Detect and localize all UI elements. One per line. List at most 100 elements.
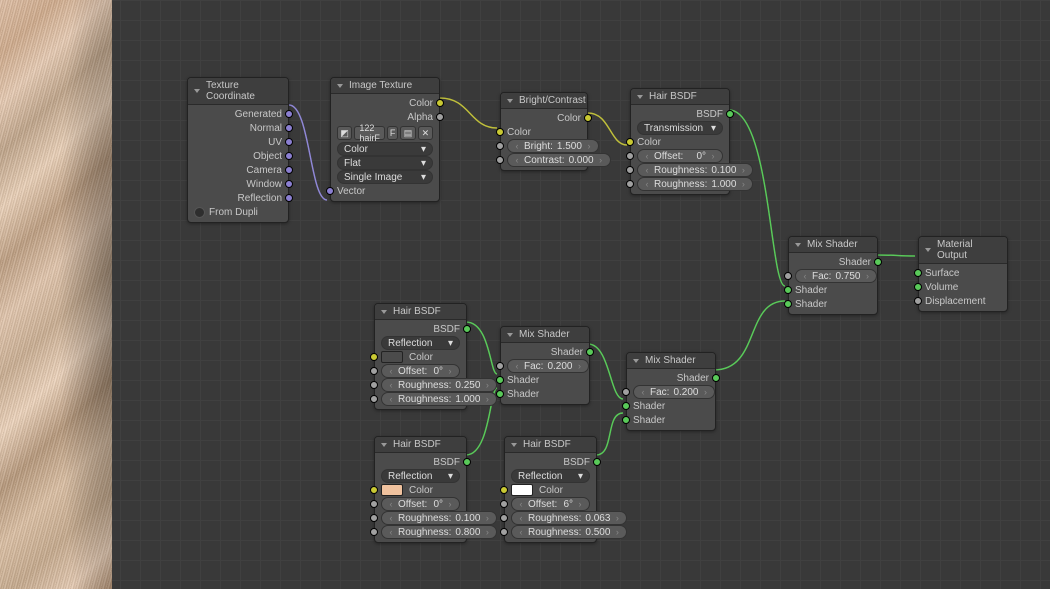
image-browse-icon[interactable]: ◩ (337, 126, 352, 140)
socket-in-surface[interactable] (914, 269, 922, 277)
socket-in-roughness-v[interactable] (500, 528, 508, 536)
collapse-icon[interactable] (507, 333, 513, 337)
socket-out-object[interactable] (285, 152, 293, 160)
roughness-u-field[interactable]: ‹Roughness:0.250› (381, 378, 497, 392)
node-header[interactable]: Mix Shader (627, 353, 715, 369)
node-header[interactable]: Hair BSDF (505, 437, 596, 453)
collapse-icon[interactable] (633, 359, 639, 363)
socket-in-roughness-u[interactable] (370, 514, 378, 522)
socket-out-shader[interactable] (874, 258, 882, 266)
node-header[interactable]: Material Output (919, 237, 1007, 264)
socket-in-roughness-u[interactable] (626, 166, 634, 174)
socket-in-shader-2[interactable] (784, 300, 792, 308)
socket-out-normal[interactable] (285, 124, 293, 132)
socket-in-roughness-u[interactable] (500, 514, 508, 522)
roughness-v-field[interactable]: ‹Roughness:1.000› (381, 392, 497, 406)
image-source-select[interactable]: Single Image▾ (337, 170, 433, 184)
component-select[interactable]: Reflection▾ (381, 469, 460, 483)
socket-out-bsdf[interactable] (463, 325, 471, 333)
bright-field[interactable]: ‹Bright:1.500› (507, 139, 599, 153)
socket-in-displacement[interactable] (914, 297, 922, 305)
socket-in-bright[interactable] (496, 142, 504, 150)
fac-field[interactable]: ‹Fac:0.750› (795, 269, 877, 283)
color-swatch[interactable] (511, 484, 533, 496)
node-material-output[interactable]: Material Output Surface Volume Displacem… (918, 236, 1008, 312)
collapse-icon[interactable] (194, 89, 200, 93)
collapse-icon[interactable] (637, 95, 643, 99)
node-image-texture[interactable]: Image Texture Color Alpha ◩ 122 hairF F … (330, 77, 440, 202)
socket-in-offset[interactable] (626, 152, 634, 160)
node-hair-bsdf-reflection-1[interactable]: Hair BSDF BSDF Reflection▾ Color ‹Offset… (374, 303, 467, 410)
socket-in-color[interactable] (370, 486, 378, 494)
image-open-icon[interactable]: ▤ (400, 126, 415, 140)
component-select[interactable]: Transmission▾ (637, 121, 723, 135)
socket-out-bsdf[interactable] (726, 110, 734, 118)
collapse-icon[interactable] (337, 84, 343, 88)
node-texture-coordinate[interactable]: Texture Coordinate Generated Normal UV O… (187, 77, 289, 223)
node-hair-bsdf-reflection-2[interactable]: Hair BSDF BSDF Reflection▾ Color ‹Offset… (374, 436, 467, 543)
node-hair-bsdf-reflection-3[interactable]: Hair BSDF BSDF Reflection▾ Color ‹Offset… (504, 436, 597, 543)
socket-out-uv[interactable] (285, 138, 293, 146)
contrast-field[interactable]: ‹Contrast:0.000› (507, 153, 611, 167)
socket-in-color[interactable] (496, 128, 504, 136)
roughness-v-field[interactable]: ‹Roughness:0.800› (381, 525, 497, 539)
collapse-icon[interactable] (795, 243, 801, 247)
from-dupli-checkbox[interactable] (194, 207, 205, 218)
socket-in-color[interactable] (626, 138, 634, 146)
node-header[interactable]: Hair BSDF (375, 437, 466, 453)
node-header[interactable]: Texture Coordinate (188, 78, 288, 105)
socket-out-bsdf[interactable] (463, 458, 471, 466)
node-mix-shader-2[interactable]: Mix Shader Shader ‹Fac:0.200› Shader Sha… (626, 352, 716, 431)
socket-in-contrast[interactable] (496, 156, 504, 164)
collapse-icon[interactable] (507, 99, 513, 103)
socket-out-window[interactable] (285, 180, 293, 188)
image-fake-user-button[interactable]: F (387, 126, 399, 140)
socket-in-color[interactable] (500, 486, 508, 494)
socket-in-offset[interactable] (370, 500, 378, 508)
projection-select[interactable]: Flat▾ (337, 156, 433, 170)
socket-in-volume[interactable] (914, 283, 922, 291)
socket-in-shader-1[interactable] (784, 286, 792, 294)
roughness-u-field[interactable]: ‹Roughness:0.063› (511, 511, 627, 525)
component-select[interactable]: Reflection▾ (511, 469, 590, 483)
fac-field[interactable]: ‹Fac:0.200› (507, 359, 589, 373)
image-name-field[interactable]: 122 hairF (354, 126, 385, 140)
socket-in-shader-1[interactable] (496, 376, 504, 384)
node-header[interactable]: Mix Shader (501, 327, 589, 343)
offset-field[interactable]: ‹Offset:6°› (511, 497, 590, 511)
socket-out-shader[interactable] (712, 374, 720, 382)
socket-in-fac[interactable] (784, 272, 792, 280)
node-header[interactable]: Image Texture (331, 78, 439, 94)
socket-in-roughness-v[interactable] (626, 180, 634, 188)
socket-out-reflection[interactable] (285, 194, 293, 202)
collapse-icon[interactable] (381, 310, 387, 314)
node-bright-contrast[interactable]: Bright/Contrast Color Color ‹Bright:1.50… (500, 92, 588, 171)
node-header[interactable]: Hair BSDF (375, 304, 466, 320)
socket-in-shader-2[interactable] (496, 390, 504, 398)
node-mix-shader-3[interactable]: Mix Shader Shader ‹Fac:0.750› Shader Sha… (788, 236, 878, 315)
socket-in-shader-1[interactable] (622, 402, 630, 410)
node-header[interactable]: Bright/Contrast (501, 93, 587, 109)
socket-out-shader[interactable] (586, 348, 594, 356)
socket-in-fac[interactable] (622, 388, 630, 396)
color-swatch[interactable] (381, 351, 403, 363)
socket-out-generated[interactable] (285, 110, 293, 118)
socket-out-alpha[interactable] (436, 113, 444, 121)
color-space-select[interactable]: Color▾ (337, 142, 433, 156)
node-hair-bsdf-transmission[interactable]: Hair BSDF BSDF Transmission▾ Color ‹Offs… (630, 88, 730, 195)
roughness-u-field[interactable]: ‹Roughness:0.100› (381, 511, 497, 525)
socket-out-color[interactable] (436, 99, 444, 107)
collapse-icon[interactable] (925, 248, 931, 252)
socket-in-roughness-v[interactable] (370, 528, 378, 536)
socket-in-offset[interactable] (370, 367, 378, 375)
offset-field[interactable]: ‹Offset:0°› (381, 364, 460, 378)
node-mix-shader-1[interactable]: Mix Shader Shader ‹Fac:0.200› Shader Sha… (500, 326, 590, 405)
offset-field[interactable]: ‹Offset:0°› (381, 497, 460, 511)
roughness-v-field[interactable]: ‹Roughness:1.000› (637, 177, 753, 191)
image-unlink-icon[interactable]: ✕ (418, 126, 433, 140)
roughness-u-field[interactable]: ‹Roughness:0.100› (637, 163, 753, 177)
socket-out-bsdf[interactable] (593, 458, 601, 466)
fac-field[interactable]: ‹Fac:0.200› (633, 385, 715, 399)
socket-in-shader-2[interactable] (622, 416, 630, 424)
socket-in-color[interactable] (370, 353, 378, 361)
